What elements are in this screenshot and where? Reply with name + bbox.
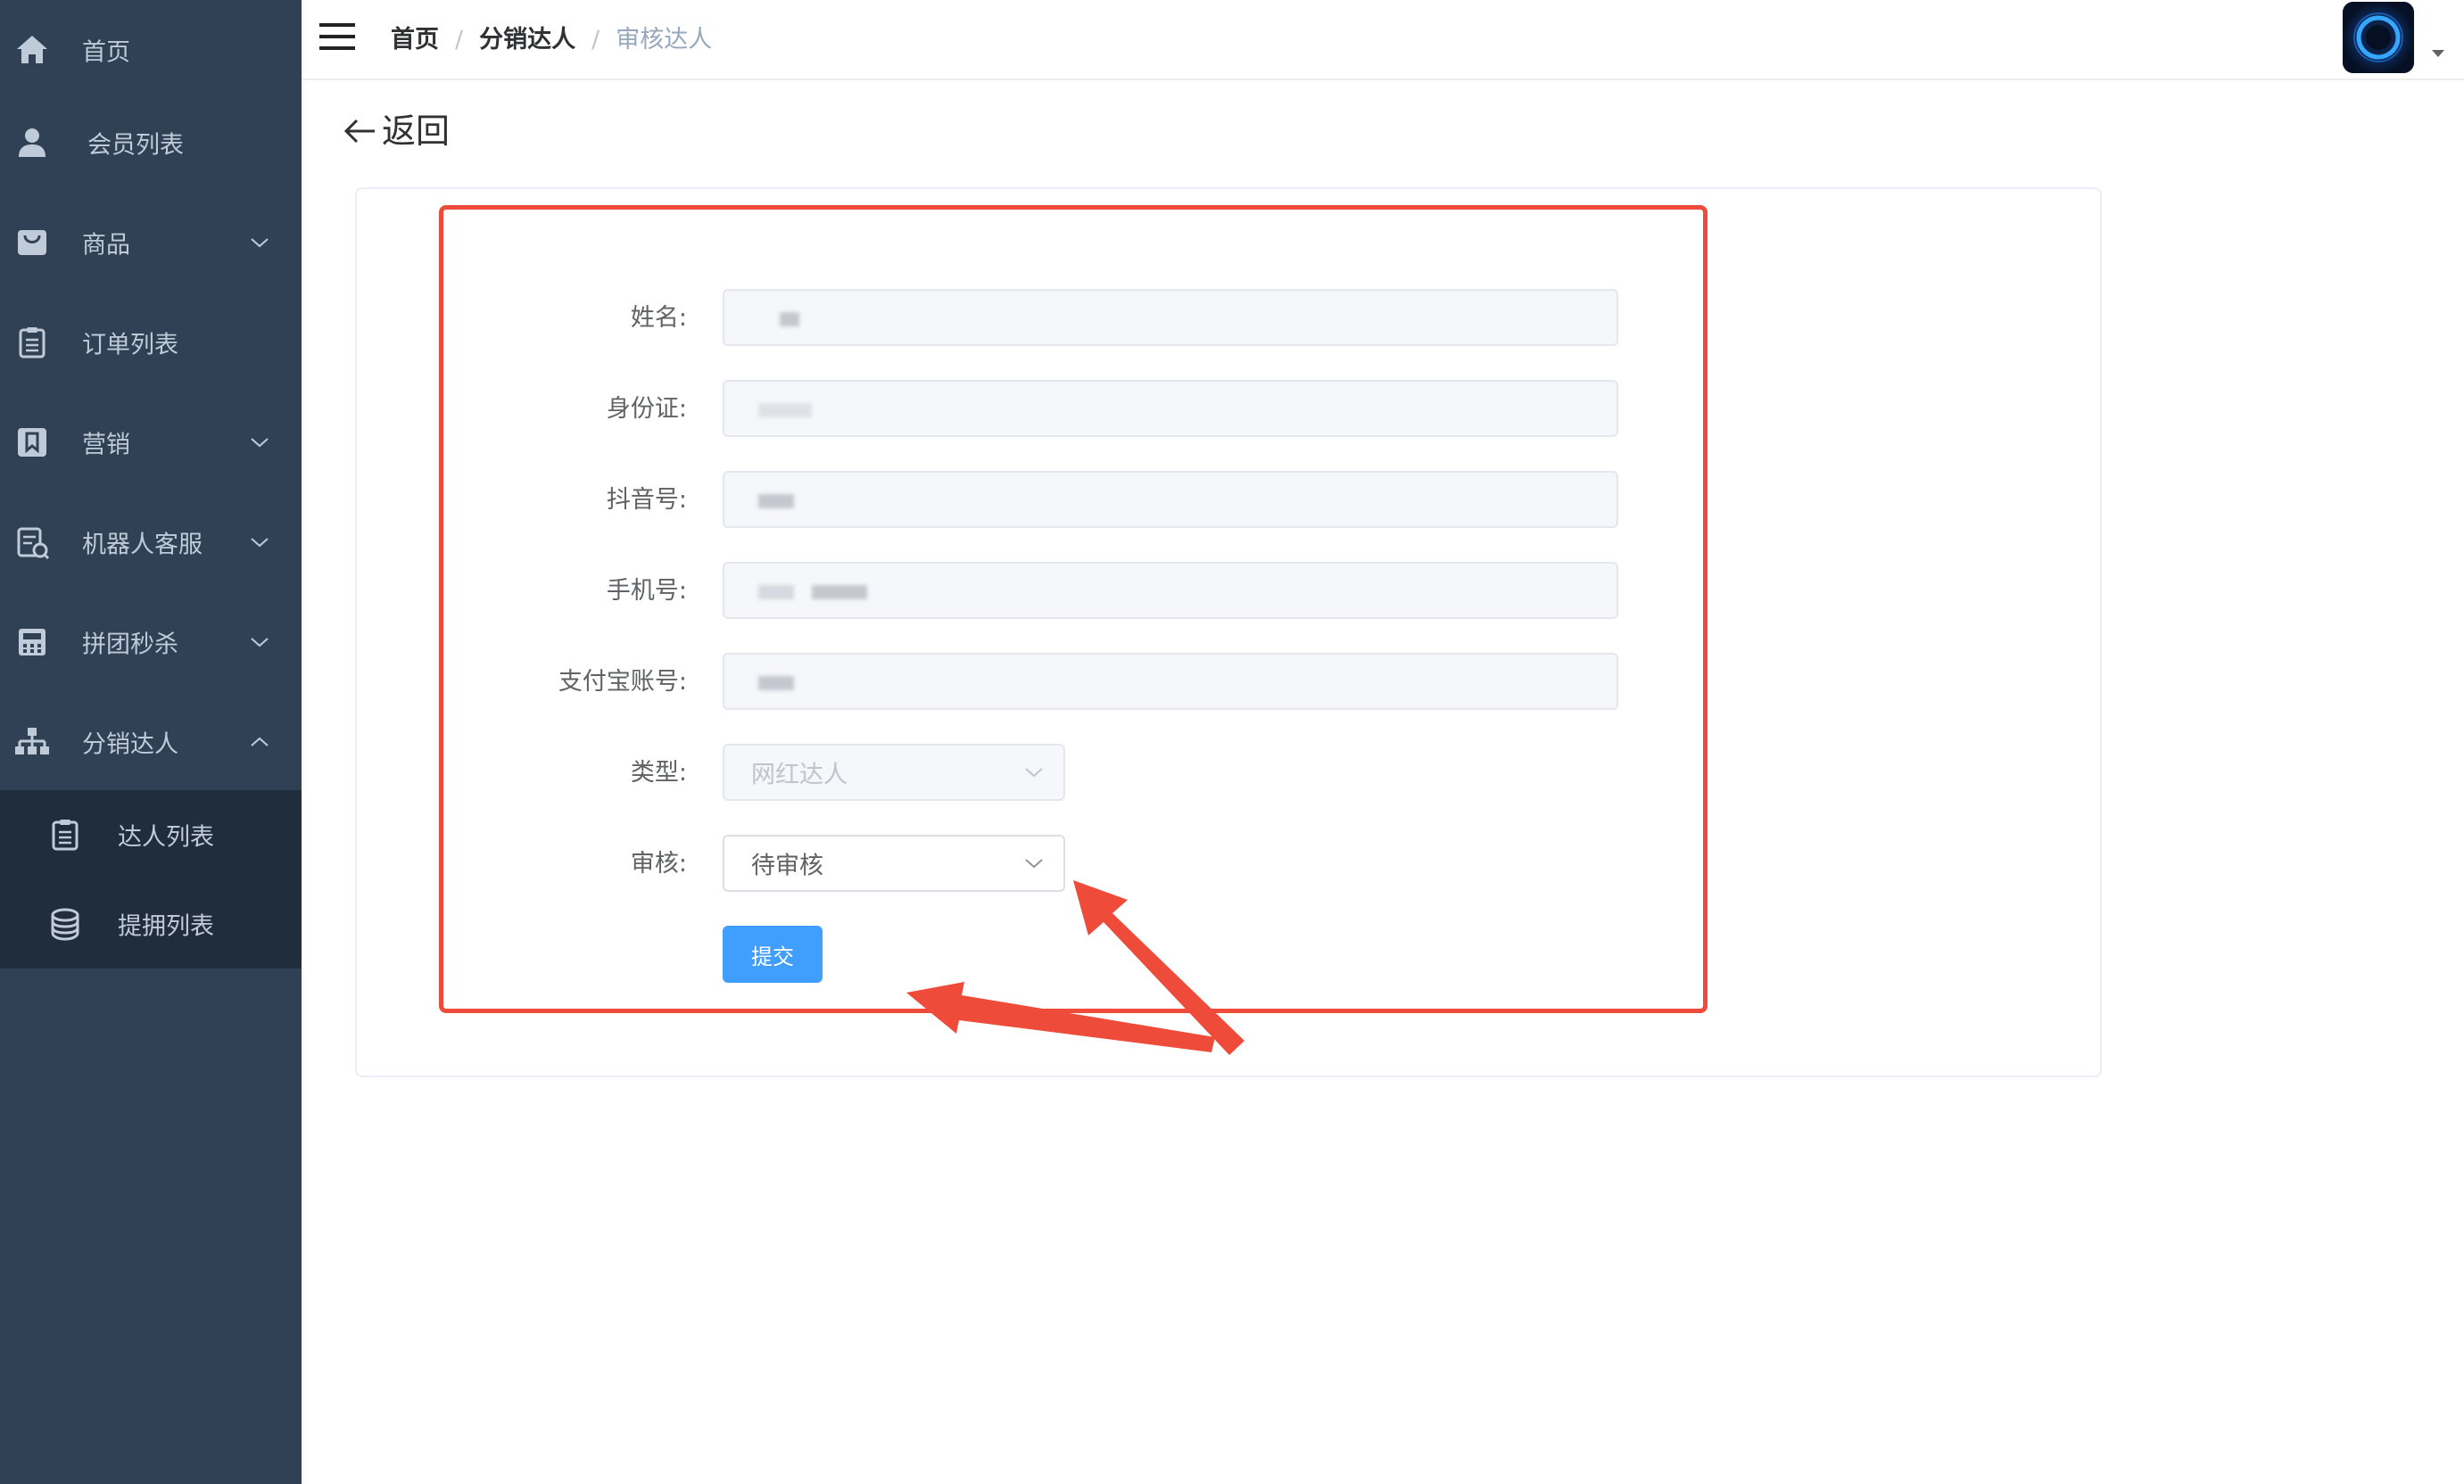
sidebar-item-label: 机器人客服: [82, 531, 203, 559]
top-navbar: 首页 / 分销达人 / 审核达人: [302, 0, 2464, 80]
bookmark-icon: [18, 428, 46, 457]
sidebar-subitem-commission-list[interactable]: 提拥列表: [0, 879, 302, 969]
sidebar: 首页 会员列表 商品 订单列表 营销 机器人客服 拼团秒杀 分销达人 达人列表 …: [0, 0, 302, 1484]
hamburger-menu-icon[interactable]: [319, 21, 355, 52]
calculator-icon: [19, 629, 45, 655]
sidebar-subitem-label: 提拥列表: [118, 912, 214, 941]
user-icon: [19, 128, 45, 157]
chevron-down-icon: [251, 438, 269, 448]
sidebar-item-label: 首页: [82, 38, 130, 67]
sidebar-item-label: 订单列表: [82, 331, 178, 359]
sidebar-item-group-buy[interactable]: 拼团秒杀: [0, 592, 302, 692]
home-icon: [17, 36, 47, 63]
annotation-highlight-box: [439, 205, 1707, 1013]
sidebar-item-home[interactable]: 首页: [0, 0, 302, 100]
sidebar-item-label: 商品: [82, 231, 130, 260]
org-tree-icon: [15, 728, 49, 754]
avatar-image: [2343, 2, 2414, 73]
breadcrumb: 首页 / 分销达人 / 审核达人: [391, 20, 712, 54]
shopping-bag-icon: [18, 230, 46, 255]
sidebar-item-members[interactable]: 会员列表: [0, 93, 302, 193]
sidebar-subitem-influencer-list[interactable]: 达人列表: [0, 790, 302, 879]
clipboard-icon: [19, 327, 45, 359]
caret-down-icon[interactable]: [2432, 50, 2444, 57]
avatar[interactable]: [2343, 2, 2414, 73]
breadcrumb-separator: /: [591, 26, 600, 54]
clipboard-icon: [52, 820, 79, 851]
service-robot-icon: [17, 527, 50, 560]
sidebar-item-products[interactable]: 商品: [0, 193, 302, 293]
sidebar-item-label: 营销: [82, 431, 130, 459]
sidebar-subitem-label: 达人列表: [118, 823, 214, 852]
breadcrumb-current: 审核达人: [616, 26, 713, 54]
sidebar-item-robot-service[interactable]: 机器人客服: [0, 492, 302, 592]
breadcrumb-separator: /: [455, 26, 464, 54]
sidebar-item-marketing[interactable]: 营销: [0, 392, 302, 492]
chevron-down-icon: [251, 638, 269, 647]
breadcrumb-distribution[interactable]: 分销达人: [479, 20, 575, 54]
sidebar-item-label: 拼团秒杀: [82, 631, 178, 659]
sidebar-item-distribution[interactable]: 分销达人: [0, 692, 302, 792]
back-label: 返回: [382, 111, 451, 151]
breadcrumb-home[interactable]: 首页: [391, 20, 439, 54]
submenu-distribution: 达人列表 提拥列表: [0, 790, 302, 969]
chevron-down-icon: [251, 538, 269, 548]
chevron-down-icon: [251, 238, 269, 248]
sidebar-item-label: 分销达人: [82, 730, 178, 759]
sidebar-item-orders[interactable]: 订单列表: [0, 293, 302, 392]
back-link[interactable]: 返回: [343, 103, 450, 153]
arrow-left-icon: [343, 119, 375, 144]
chevron-up-icon: [251, 737, 269, 746]
sidebar-item-label: 会员列表: [87, 131, 184, 160]
coins-icon: [51, 908, 79, 941]
